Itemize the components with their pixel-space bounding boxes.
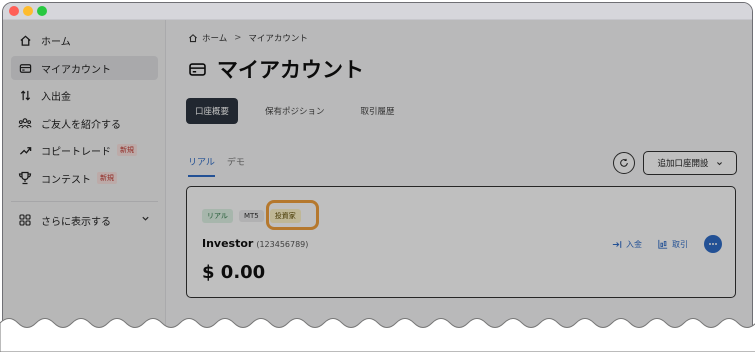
- subtab-real[interactable]: リアル: [188, 155, 215, 177]
- sidebar-item-label: コンテスト: [41, 174, 91, 186]
- page-title-text: マイアカウント: [217, 58, 364, 82]
- tab-open-positions[interactable]: 保有ポジション: [256, 98, 334, 124]
- sidebar-item-deposit-withdraw[interactable]: 入出金: [11, 83, 158, 107]
- trade-label: 取引: [672, 239, 688, 249]
- account-name: Investor (123456789): [202, 237, 308, 250]
- grid-icon: [17, 212, 33, 228]
- deposit-arrow-icon: [612, 240, 622, 249]
- sidebar-item-label: 入出金: [41, 91, 71, 103]
- account-type-tabs: リアル デモ: [188, 155, 257, 177]
- open-account-label: 追加口座開設: [657, 159, 709, 169]
- wallet-icon: [188, 60, 207, 79]
- people-icon: [17, 115, 33, 131]
- sidebar-item-show-more[interactable]: さらに表示する: [11, 208, 158, 232]
- sidebar-item-label: ご友人を紹介する: [41, 119, 121, 131]
- sidebar-item-copy-trade[interactable]: コピートレード 新規: [11, 138, 158, 162]
- new-badge: 新規: [97, 172, 117, 184]
- app-window: ホーム マイアカウント 入出金 ご友人を紹介する コピートレード 新規 コンテス…: [2, 2, 753, 350]
- title-bar: [3, 3, 752, 20]
- sidebar-item-label: マイアカウント: [41, 64, 111, 76]
- torn-edge: [0, 318, 755, 352]
- mt5-tag: MT5: [238, 210, 264, 222]
- account-card: リアル MT5 投資家 Investor (123456789) $ 0.00 入…: [186, 186, 736, 298]
- account-tabs: 口座概要 保有ポジション 取引履歴: [186, 98, 422, 124]
- sidebar: ホーム マイアカウント 入出金 ご友人を紹介する コピートレード 新規 コンテス…: [3, 20, 166, 349]
- refresh-icon: [619, 158, 629, 168]
- maximize-window-button[interactable]: [37, 6, 47, 16]
- tab-account-overview[interactable]: 口座概要: [186, 98, 239, 124]
- breadcrumb-separator: >: [234, 33, 242, 43]
- ellipsis-icon: [708, 242, 718, 246]
- subtab-demo[interactable]: デモ: [227, 155, 245, 177]
- page-title: マイアカウント: [188, 54, 364, 84]
- sidebar-item-label: ホーム: [41, 36, 71, 48]
- breadcrumb-current: マイアカウント: [248, 34, 308, 44]
- account-name-text: Investor: [202, 237, 254, 250]
- sidebar-divider: [11, 201, 158, 202]
- candlestick-chart-icon: [658, 239, 668, 249]
- highlight-ring: [266, 200, 319, 230]
- breadcrumb-home[interactable]: ホーム: [202, 32, 227, 44]
- sidebar-item-label: さらに表示する: [41, 216, 111, 228]
- transfer-arrows-icon: [17, 87, 33, 103]
- sidebar-item-my-account[interactable]: マイアカウント: [11, 56, 158, 80]
- trend-arrow-icon: [17, 142, 33, 158]
- account-actions: 入金 取引: [612, 235, 722, 253]
- new-badge: 新規: [117, 144, 137, 156]
- tab-trade-history[interactable]: 取引履歴: [352, 98, 404, 124]
- main-content: ホーム > マイアカウント マイアカウント 口座概要 保有ポジション 取引履歴 …: [166, 20, 752, 349]
- home-icon: [17, 32, 33, 48]
- minimize-window-button[interactable]: [23, 6, 33, 16]
- account-number: (123456789): [256, 240, 309, 249]
- real-tag: リアル: [202, 209, 233, 223]
- deposit-button[interactable]: 入金: [612, 239, 642, 250]
- home-icon[interactable]: [188, 33, 198, 43]
- more-options-button[interactable]: [704, 235, 722, 253]
- chevron-down-icon: [141, 214, 150, 226]
- breadcrumb: ホーム > マイアカウント: [188, 32, 308, 44]
- close-window-button[interactable]: [9, 6, 19, 16]
- deposit-label: 入金: [626, 239, 642, 249]
- open-additional-account-button[interactable]: 追加口座開設: [643, 151, 737, 175]
- sidebar-item-home[interactable]: ホーム: [11, 28, 158, 52]
- trophy-icon: [17, 170, 33, 186]
- sidebar-item-label: コピートレード: [41, 146, 111, 158]
- account-balance: $ 0.00: [202, 262, 266, 283]
- sidebar-item-contest[interactable]: コンテスト 新規: [11, 166, 158, 190]
- chevron-down-icon: [716, 160, 723, 167]
- wallet-icon: [17, 60, 33, 76]
- trade-button[interactable]: 取引: [658, 239, 688, 250]
- refresh-button[interactable]: [613, 152, 635, 174]
- sidebar-item-refer-friend[interactable]: ご友人を紹介する: [11, 111, 158, 135]
